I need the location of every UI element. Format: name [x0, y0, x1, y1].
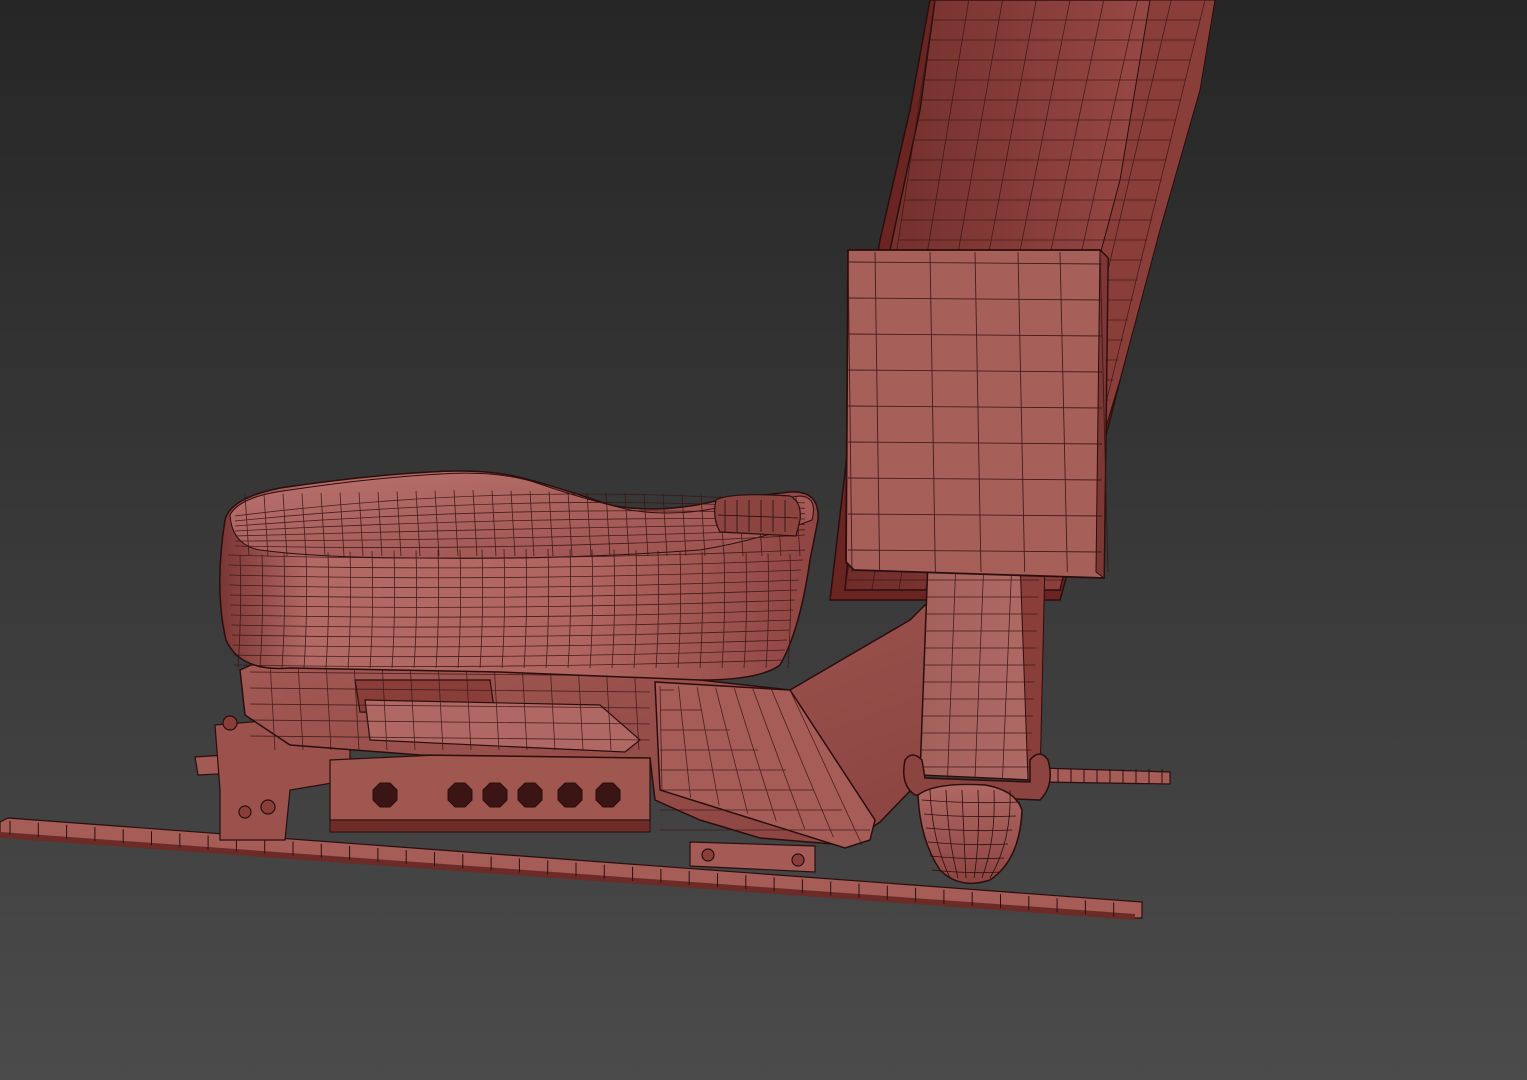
seat-belt-strap	[919, 559, 1046, 781]
belt-retractor-cover	[845, 248, 1109, 579]
seat-cushion	[219, 470, 819, 681]
3d-viewport[interactable]	[0, 0, 1527, 1080]
seat-model-render	[0, 0, 1527, 1080]
